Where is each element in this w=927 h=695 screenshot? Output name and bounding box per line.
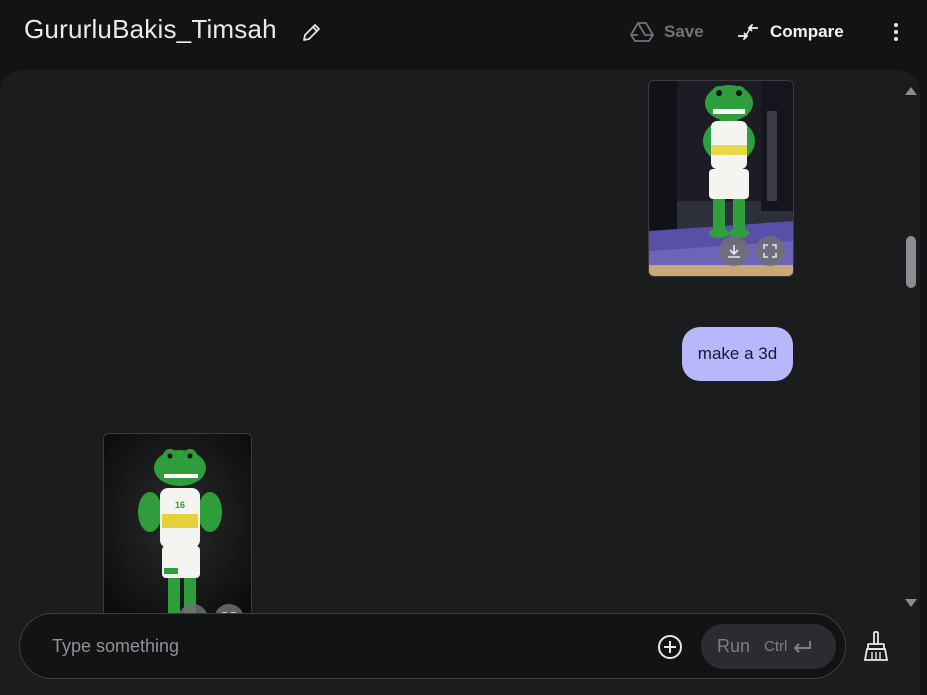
compare-label: Compare: [770, 22, 844, 41]
jersey-number: 16: [175, 500, 185, 510]
mascot-3d-render: 16: [104, 434, 251, 622]
run-shortcut-label: Ctrl: [764, 638, 788, 655]
broom-icon[interactable]: [862, 630, 890, 662]
page-title: GururluBakis_Timsah: [24, 14, 277, 44]
run-shortcut: Ctrl: [764, 638, 813, 655]
scroll-down-arrow[interactable]: [905, 599, 917, 607]
save-button[interactable]: Save: [630, 18, 704, 46]
top-bar: GururluBakis_Timsah Save Compare: [0, 0, 927, 64]
save-label: Save: [664, 22, 704, 41]
compare-arrows-icon: [738, 23, 758, 41]
run-label: Run: [717, 636, 751, 656]
prompt-input[interactable]: [50, 630, 610, 662]
pencil-icon[interactable]: [300, 20, 324, 44]
scrollbar-thumb[interactable]: [906, 236, 916, 288]
drive-icon: [630, 22, 654, 42]
fullscreen-icon: [763, 244, 777, 258]
chat-image-original[interactable]: [648, 80, 794, 277]
scroll-up-arrow[interactable]: [905, 87, 917, 95]
user-message-bubble: make a 3d: [682, 327, 793, 381]
more-vert-icon[interactable]: [884, 20, 908, 44]
download-icon: [728, 245, 740, 258]
download-button[interactable]: [719, 236, 749, 266]
run-button[interactable]: Run Ctrl: [701, 624, 836, 669]
fullscreen-button[interactable]: [755, 236, 785, 266]
enter-icon: [793, 640, 812, 653]
compare-button[interactable]: Compare: [736, 18, 844, 46]
add-circle-icon[interactable]: [657, 634, 683, 660]
prompt-composer: Run Ctrl: [19, 613, 846, 679]
chat-image-generated[interactable]: 16: [103, 433, 252, 623]
